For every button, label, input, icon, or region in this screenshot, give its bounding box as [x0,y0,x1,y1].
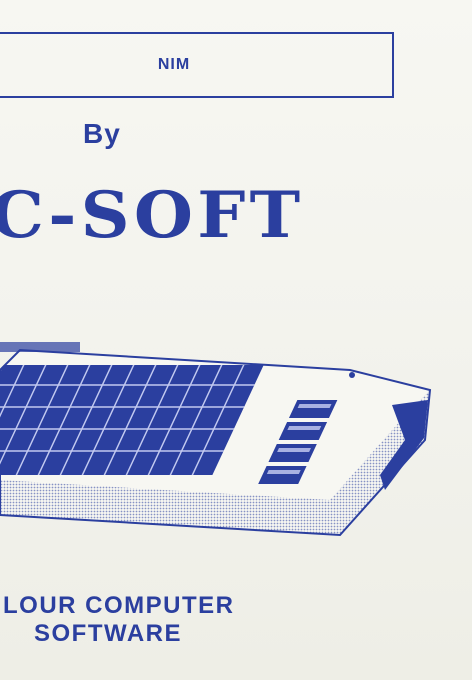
brand-name: C-SOFT [0,178,305,253]
game-title: NIM [157,56,191,73]
byline: By [83,118,121,149]
footer-line-2: SOFTWARE [34,620,182,647]
game-title-box: NIM [0,32,394,98]
computer-keyboard-illustration [0,342,432,537]
cartridge-slot-top [0,342,80,352]
footer-line-1: LOUR COMPUTER [3,592,235,619]
power-led [349,372,355,378]
software-cover: NIM By C-SOFT LOUR COMPUTER SOFTWARE [0,0,472,680]
